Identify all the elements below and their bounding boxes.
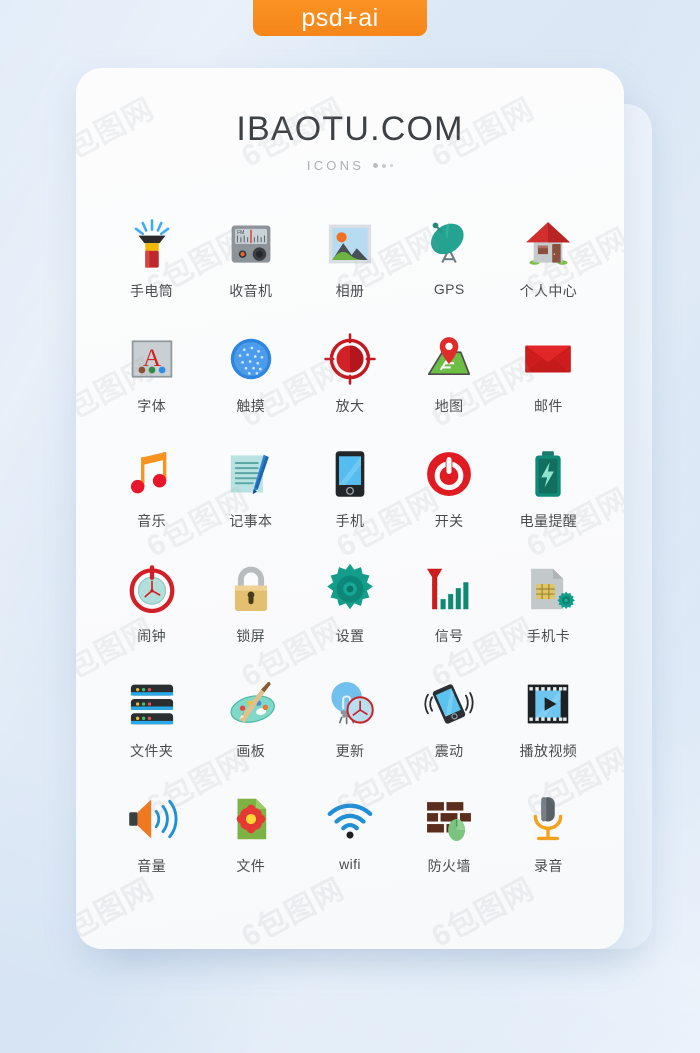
icon-cell-update[interactable]: 更新: [300, 677, 399, 770]
page-subtitle: ICONS: [76, 158, 624, 173]
icon-label: 信号: [434, 628, 464, 644]
icon-label: 放大: [335, 398, 365, 414]
icon-label: 记事本: [229, 513, 273, 529]
icon-label: 文件夹: [129, 743, 174, 759]
gear-icon[interactable]: [323, 562, 377, 616]
icon-label: 更新: [335, 743, 365, 759]
microphone-icon[interactable]: [521, 792, 575, 846]
icon-label: 音乐: [137, 513, 166, 529]
vibrate-phone-icon[interactable]: [422, 677, 476, 731]
flower-file-icon[interactable]: [224, 792, 278, 846]
speaker-waves-icon[interactable]: [125, 792, 179, 846]
sim-card-gear-icon[interactable]: [521, 562, 576, 616]
icon-label: 文件: [236, 858, 266, 874]
brick-wall-mouse-icon[interactable]: [422, 792, 476, 846]
power-icon[interactable]: [422, 447, 476, 501]
icon-cell-personal-center[interactable]: 个人中心: [499, 217, 598, 310]
icon-cell-touch[interactable]: 触摸: [201, 332, 300, 425]
icon-cell-radio[interactable]: FM 收音机: [201, 217, 300, 310]
icon-label: 个人中心: [519, 283, 578, 299]
icon-label: 设置: [335, 628, 365, 644]
svg-text:FM: FM: [237, 230, 244, 236]
icon-cell-play-video[interactable]: 播放视频: [499, 677, 598, 770]
smartphone-icon[interactable]: [323, 447, 377, 501]
icon-cell-notepad[interactable]: 记事本: [201, 447, 300, 540]
icon-label: 录音: [533, 858, 563, 874]
icon-label: GPS: [433, 281, 465, 297]
icon-cell-gps[interactable]: GPS: [400, 217, 499, 310]
flashlight-icon[interactable]: [125, 217, 179, 271]
target-icon[interactable]: [323, 332, 377, 386]
server-stack-icon[interactable]: [125, 677, 179, 731]
icon-cell-phone[interactable]: 手机: [300, 447, 399, 540]
icon-label: 手电筒: [129, 283, 174, 299]
icon-label: 收音机: [229, 283, 273, 299]
wifi-icon[interactable]: [323, 792, 377, 846]
icon-cell-map[interactable]: 地图: [400, 332, 499, 425]
icon-cell-lock-screen[interactable]: 锁屏: [201, 562, 300, 655]
psd-ai-badge: psd+ai: [253, 0, 427, 36]
icon-label: 手机卡: [526, 628, 570, 644]
page-title: IBAOTU.COM: [236, 110, 464, 148]
icon-cell-font[interactable]: A 字体: [102, 332, 201, 425]
icon-cell-alarm[interactable]: 闹钟: [102, 562, 201, 655]
ellipsis-dots-icon: [373, 163, 394, 168]
icon-cell-drawing-board[interactable]: 画板: [201, 677, 300, 770]
icon-label: 锁屏: [236, 628, 266, 644]
icon-label: 闹钟: [137, 628, 166, 644]
touch-icon[interactable]: [224, 332, 278, 386]
icon-cell-zoom-in[interactable]: 放大: [300, 332, 399, 425]
icon-cell-wifi[interactable]: wifi: [300, 792, 399, 885]
map-pin-icon[interactable]: [422, 332, 476, 386]
icon-cell-power[interactable]: 开关: [400, 447, 499, 540]
card-header: IBAOTU.COM ICONS: [76, 68, 624, 173]
icon-cell-vibrate[interactable]: 震动: [400, 677, 499, 770]
icon-label: 画板: [236, 743, 266, 759]
satellite-dish-icon[interactable]: [422, 217, 476, 271]
icon-cell-music[interactable]: 音乐: [102, 447, 201, 540]
icon-label: 邮件: [533, 398, 563, 414]
icon-label: 防火墙: [427, 858, 471, 874]
icon-label: 播放视频: [519, 743, 578, 759]
icon-cell-file[interactable]: 文件: [201, 792, 300, 885]
icon-label: 开关: [434, 513, 464, 529]
font-icon[interactable]: A: [125, 332, 179, 386]
icon-cell-sim-card[interactable]: 手机卡: [499, 562, 598, 655]
icon-cell-flashlight[interactable]: 手电筒: [102, 217, 201, 310]
icon-cell-battery-alert[interactable]: 电量提醒: [499, 447, 598, 540]
subtitle-text: ICONS: [306, 158, 365, 173]
notepad-pen-icon[interactable]: [224, 447, 278, 501]
icon-cell-signal[interactable]: 信号: [400, 562, 499, 655]
icon-cell-volume[interactable]: 音量: [102, 792, 201, 885]
signal-bars-icon[interactable]: [422, 562, 476, 616]
icon-label: 手机: [335, 513, 365, 529]
icon-label: wifi: [339, 856, 361, 872]
bulb-clock-icon[interactable]: [323, 677, 377, 731]
alarm-clock-icon[interactable]: [125, 562, 179, 616]
icon-label: 电量提醒: [519, 513, 578, 529]
photo-album-icon[interactable]: [323, 217, 377, 271]
icon-cell-mail[interactable]: 邮件: [499, 332, 598, 425]
icon-label: 字体: [137, 398, 166, 414]
icon-cell-folder[interactable]: 文件夹: [102, 677, 201, 770]
envelope-icon[interactable]: [521, 332, 575, 386]
palette-brush-icon[interactable]: [224, 677, 278, 731]
icon-cell-photo-album[interactable]: 相册: [300, 217, 399, 310]
icon-cell-settings[interactable]: 设置: [300, 562, 399, 655]
icon-label: 音量: [137, 858, 166, 874]
icon-cell-voice-record[interactable]: 录音: [499, 792, 598, 885]
icon-set-card: IBAOTU.COM ICONS 手电筒 FM 收音机 相册 GPS 个人中心 …: [76, 68, 624, 949]
icon-cell-firewall[interactable]: 防火墙: [400, 792, 499, 885]
film-play-icon[interactable]: [521, 677, 575, 731]
battery-bolt-icon[interactable]: [521, 447, 575, 501]
padlock-icon[interactable]: [224, 562, 278, 616]
icon-label: 相册: [335, 283, 365, 299]
icon-label: 震动: [434, 743, 464, 759]
radio-icon[interactable]: FM: [224, 217, 278, 271]
house-icon[interactable]: [521, 217, 575, 271]
icon-label: 地图: [434, 398, 464, 414]
icon-label: 触摸: [236, 398, 266, 414]
icon-grid: 手电筒 FM 收音机 相册 GPS 个人中心 A 字体 触摸 放大 地图 邮件 …: [76, 217, 624, 885]
music-note-icon[interactable]: [125, 447, 179, 501]
